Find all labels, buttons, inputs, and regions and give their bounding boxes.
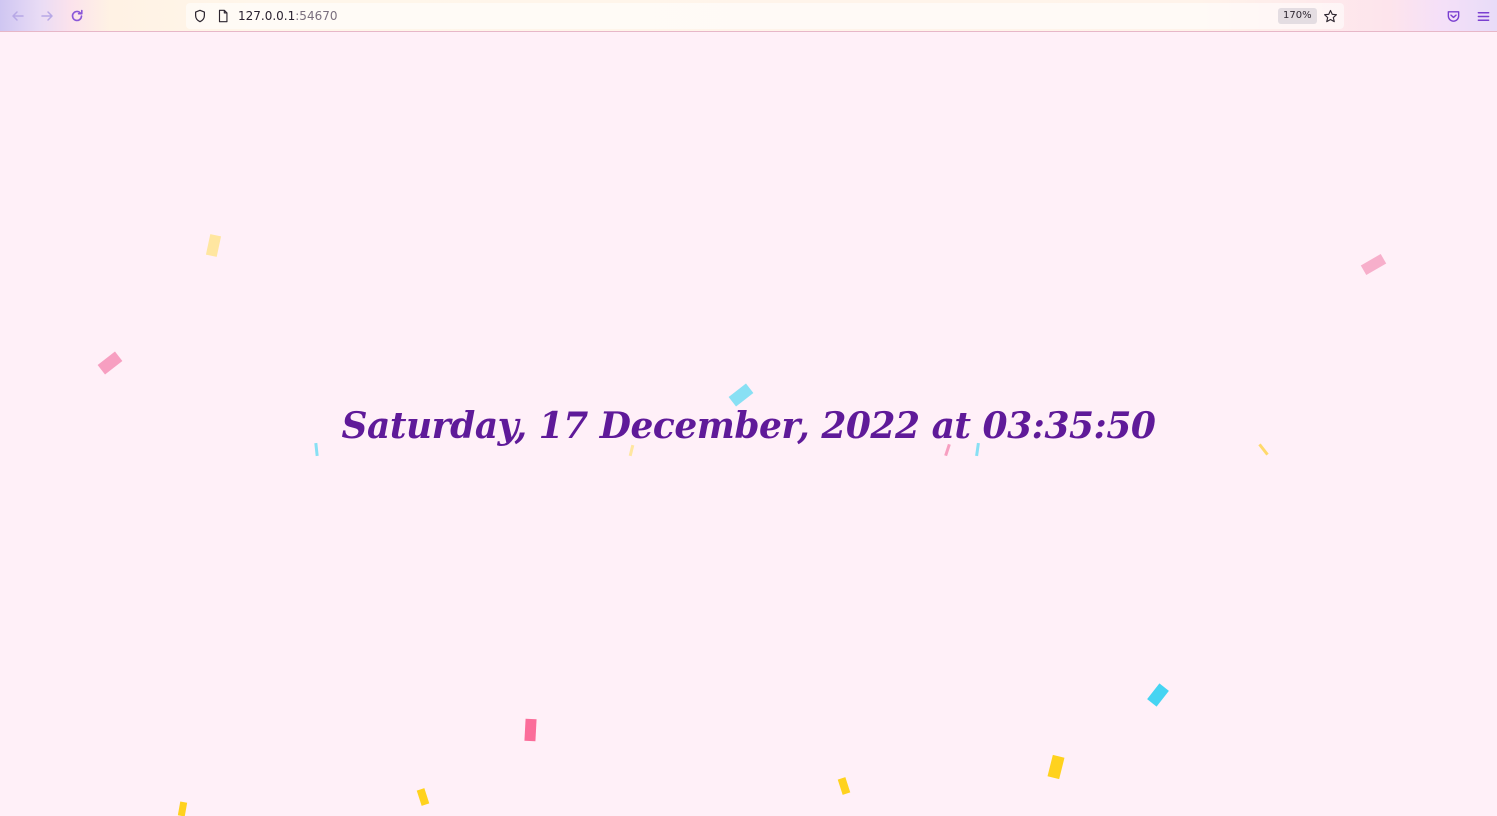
app-menu-button[interactable] bbox=[1471, 4, 1495, 28]
pocket-icon bbox=[1447, 10, 1459, 22]
url-bar[interactable]: 127.0.0.1:54670 170% bbox=[186, 3, 1344, 29]
confetti-piece bbox=[524, 718, 537, 742]
url-text[interactable]: 127.0.0.1:54670 bbox=[238, 8, 337, 24]
page-icon bbox=[218, 9, 228, 23]
shield-icon bbox=[195, 9, 205, 23]
star-icon bbox=[1323, 9, 1337, 22]
reload-button[interactable] bbox=[65, 4, 89, 28]
page-content: Saturday, 17 December, 2022 at 03:35:50 bbox=[0, 33, 1497, 816]
arrow-right-icon bbox=[41, 11, 53, 21]
back-button[interactable] bbox=[6, 4, 30, 28]
bookmark-button[interactable] bbox=[1318, 4, 1342, 28]
confetti-piece bbox=[205, 234, 222, 257]
arrow-left-icon bbox=[12, 11, 24, 21]
forward-button[interactable] bbox=[35, 4, 59, 28]
confetti-piece bbox=[97, 351, 123, 375]
zoom-level-badge[interactable]: 170% bbox=[1278, 8, 1317, 24]
datetime-display: Saturday, 17 December, 2022 at 03:35:50 bbox=[341, 405, 1156, 447]
confetti-piece bbox=[1147, 683, 1169, 707]
tracking-protection-button[interactable] bbox=[188, 4, 212, 28]
confetti-piece bbox=[416, 788, 430, 806]
reload-icon bbox=[71, 9, 83, 22]
url-port: :54670 bbox=[295, 9, 338, 23]
site-info-button[interactable] bbox=[211, 4, 235, 28]
confetti-piece bbox=[1360, 253, 1387, 276]
url-host: 127.0.0.1 bbox=[238, 9, 296, 23]
pocket-button[interactable] bbox=[1441, 4, 1465, 28]
confetti-piece bbox=[1047, 754, 1065, 780]
hamburger-menu-icon bbox=[1477, 11, 1489, 21]
confetti-piece bbox=[177, 801, 188, 816]
browser-toolbar: 127.0.0.1:54670 170% bbox=[0, 0, 1497, 32]
confetti-piece bbox=[837, 777, 851, 795]
